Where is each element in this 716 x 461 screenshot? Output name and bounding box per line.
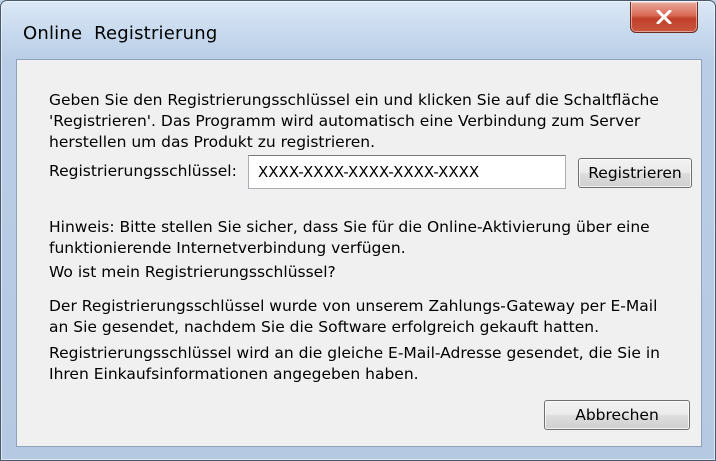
cancel-button[interactable]: Abbrechen (544, 400, 690, 430)
dialog-content: Geben Sie den Registrierungsschlüssel ei… (16, 59, 702, 447)
window-title: Online Registrierung (23, 23, 218, 44)
hint-line: funktionierende Internetverbindung verfü… (49, 239, 406, 257)
address-text: Registrierungsschlüssel wird an die glei… (49, 343, 689, 385)
intro-line: herstellen um das Produkt zu registriere… (49, 133, 376, 151)
hint-line: Hinweis: Bitte stellen Sie sicher, dass … (49, 218, 650, 236)
key-sent-text: Der Registrierungsschlüssel wurde von un… (49, 296, 689, 338)
key-label: Registrierungsschlüssel: (49, 162, 237, 180)
hint-text: Hinweis: Bitte stellen Sie sicher, dass … (49, 217, 689, 259)
address-line: Registrierungsschlüssel wird an die glei… (49, 344, 660, 362)
close-button[interactable] (630, 2, 698, 33)
key-sent-line: an Sie gesendet, nachdem Sie die Softwar… (49, 318, 600, 336)
intro-line: 'Registrieren'. Das Programm wird automa… (49, 112, 641, 130)
registration-dialog: Online Registrierung Geben Sie den Regis… (0, 0, 716, 461)
title-bar[interactable]: Online Registrierung (1, 1, 715, 59)
intro-text: Geben Sie den Registrierungsschlüssel ei… (49, 90, 689, 153)
key-sent-line: Der Registrierungsschlüssel wurde von un… (49, 297, 658, 315)
where-question: Wo ist mein Registrierungsschlüssel? (49, 263, 336, 281)
register-button[interactable]: Registrieren (578, 158, 692, 188)
registration-key-input[interactable] (248, 155, 566, 189)
intro-line: Geben Sie den Registrierungsschlüssel ei… (49, 91, 659, 109)
close-icon (656, 10, 672, 24)
address-line: Ihren Einkaufsinformationen angegeben ha… (49, 365, 419, 383)
